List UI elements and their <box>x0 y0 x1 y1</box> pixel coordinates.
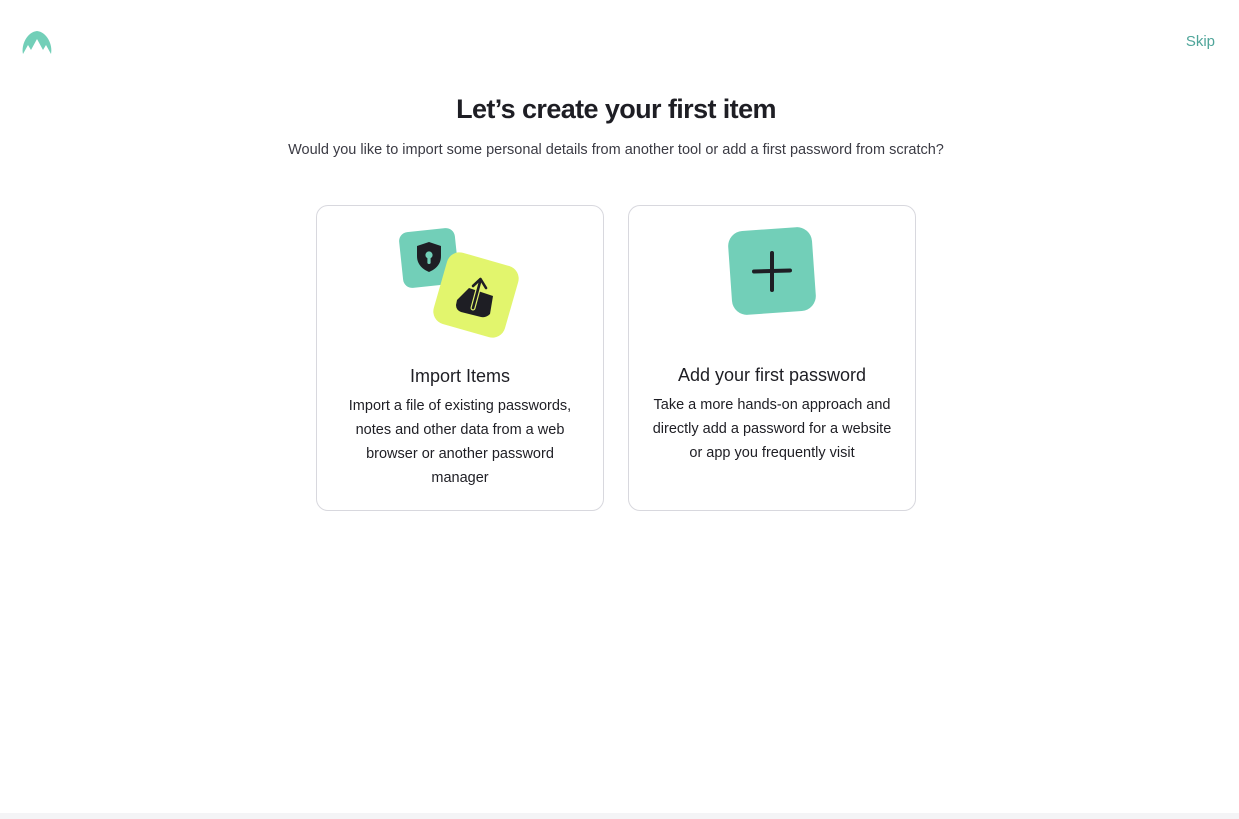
page-subtitle: Would you like to import some personal d… <box>288 142 944 158</box>
card-title: Import Items <box>409 366 511 386</box>
add-first-password-card[interactable]: Add your first password Take a more hand… <box>628 205 916 511</box>
page-title: Let’s create your first item <box>456 94 776 124</box>
onboarding-page: Skip Let’s create your first item Would … <box>0 0 1239 819</box>
import-items-card[interactable]: Import Items Import a file of existing p… <box>316 205 604 511</box>
import-illustration <box>399 228 519 338</box>
skip-link[interactable]: Skip <box>1186 33 1215 50</box>
card-description: Import a file of existing passwords, not… <box>348 398 572 486</box>
plus-icon <box>728 227 816 315</box>
nordpass-logo-icon <box>22 31 52 54</box>
card-description: Take a more hands-on approach and direct… <box>652 397 892 461</box>
bottom-strip <box>0 813 1239 819</box>
add-password-illustration <box>728 227 816 315</box>
card-title: Add your first password <box>677 365 867 385</box>
